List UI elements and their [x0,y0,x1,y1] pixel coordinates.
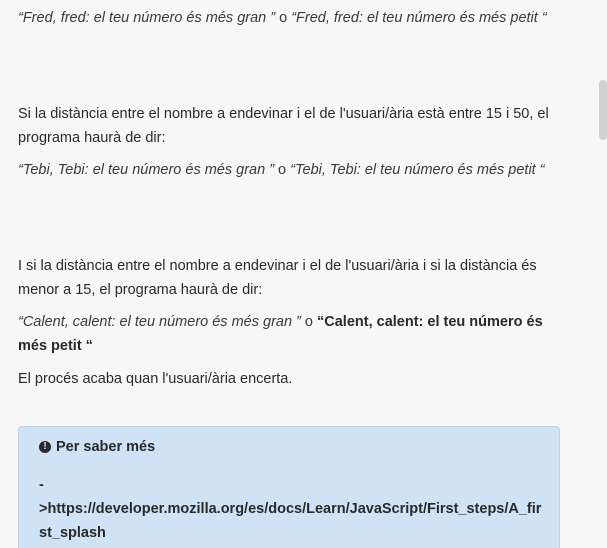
scrollbar-thumb[interactable] [599,80,607,140]
quote-separator: o [275,10,292,26]
fred-quote-paragraph: “Fred, fred: el teu número és més gran ”… [18,6,566,30]
exclamation-circle-icon: ! [39,441,51,453]
calent-quote-paragraph: “Calent, calent: el teu número és més gr… [18,310,566,358]
more-info-box: ! Per saber més - >https://developer.moz… [18,426,560,548]
calent-quote-greater: “Calent, calent: el teu número és més gr… [18,314,301,330]
tebi-quote-smaller: “Tebi, Tebi: el teu número és més petit … [290,162,545,178]
fred-quote-smaller: “Fred, fred: el teu número és més petit … [291,10,547,26]
distance-15-50-paragraph: Si la distància entre el nombre a endevi… [18,106,549,146]
info-box-title-text: Per saber més [56,439,156,455]
mdn-link[interactable]: >https://developer.mozilla.org/es/docs/L… [39,497,544,545]
tebi-quote-greater: “Tebi, Tebi: el teu número és més gran ” [18,162,275,178]
tebi-quote-paragraph: “Tebi, Tebi: el teu número és més gran ”… [18,158,566,182]
process-end-paragraph: El procés acaba quan l'usuari/ària encer… [18,371,293,387]
quote-separator: o [274,162,291,178]
info-box-title: ! Per saber més [39,439,155,455]
distance-under-15-paragraph: I si la distància entre el nombre a ende… [18,258,537,298]
info-box-dash: - [39,477,44,493]
fred-quote-greater: “Fred, fred: el teu número és més gran ” [18,10,276,26]
quote-separator: o [300,314,318,330]
